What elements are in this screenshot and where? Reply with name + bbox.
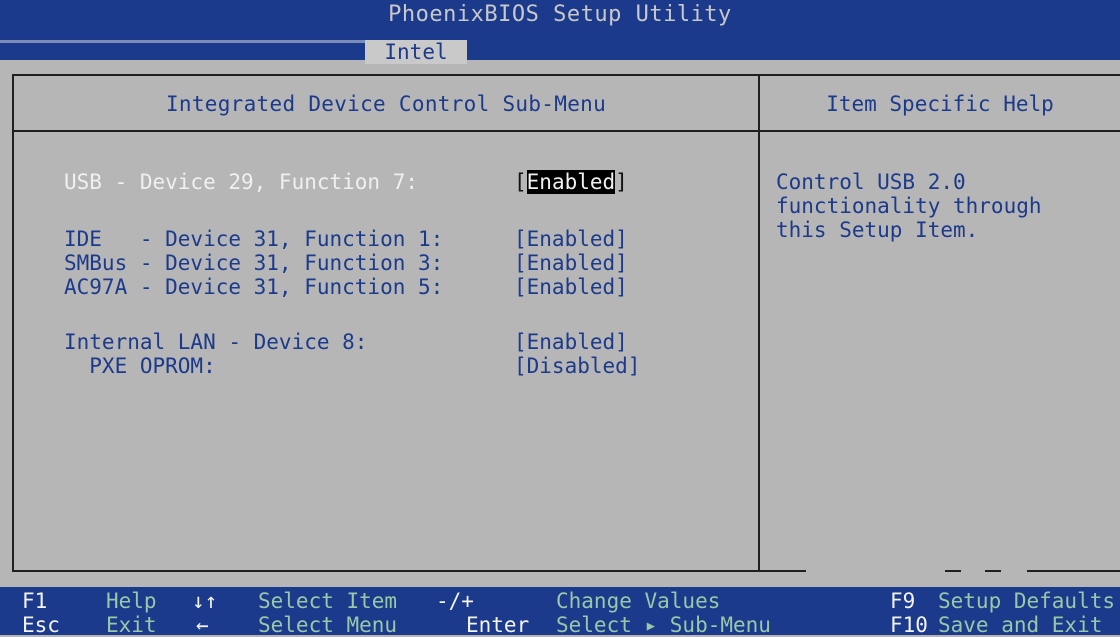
bracket-close: ] bbox=[615, 170, 628, 194]
bios-title: PhoenixBIOS Setup Utility bbox=[388, 2, 732, 27]
help-text: Control USB 2.0 functionality through th… bbox=[776, 170, 1042, 242]
menu-value-usb[interactable]: [Enabled] bbox=[514, 170, 628, 194]
menu-item-ide[interactable]: IDE - Device 31, Function 1: bbox=[64, 227, 443, 251]
menu-value-ac97a[interactable]: [Enabled] bbox=[514, 275, 628, 299]
key-f1: F1 bbox=[22, 589, 48, 613]
header-divider bbox=[12, 130, 1120, 132]
key-select-menu-desc: Select Menu bbox=[258, 613, 398, 637]
key-enter-desc: Select ▸ Sub-Menu bbox=[556, 613, 771, 637]
help-title: Item Specific Help bbox=[826, 92, 1054, 116]
panel-divider bbox=[758, 74, 760, 572]
selected-value[interactable]: Enabled bbox=[526, 170, 616, 194]
bottom-border-dash bbox=[1027, 570, 1120, 572]
menu-item-smbus[interactable]: SMBus - Device 31, Function 3: bbox=[64, 251, 443, 275]
updown-arrows-icon: ↓↑ bbox=[192, 589, 218, 613]
menu-value-pxe-oprom[interactable]: [Disabled] bbox=[514, 354, 640, 378]
main-frame bbox=[12, 74, 1120, 572]
submenu-title: Integrated Device Control Sub-Menu bbox=[165, 92, 607, 116]
key-f9: F9 bbox=[890, 589, 916, 613]
menu-item-pxe-oprom[interactable]: PXE OPROM: bbox=[64, 354, 215, 378]
key-f9-desc: Setup Defaults bbox=[938, 589, 1116, 613]
menu-item-ac97a[interactable]: AC97A - Device 31, Function 5: bbox=[64, 275, 443, 299]
key-f1-desc: Help bbox=[106, 589, 157, 613]
bottom-border bbox=[12, 570, 806, 572]
key-legend-bar: F1 Help ↓↑ Select Item -/+ Change Values… bbox=[0, 587, 1120, 637]
key-change-values-desc: Change Values bbox=[556, 589, 721, 613]
bottom-border-dash bbox=[945, 570, 961, 572]
key-enter: Enter bbox=[466, 613, 530, 637]
tab-bar-line bbox=[0, 40, 365, 43]
key-esc-desc: Exit bbox=[106, 613, 157, 637]
tab-intel[interactable]: Intel bbox=[365, 40, 467, 64]
menu-value-internal-lan[interactable]: [Enabled] bbox=[514, 330, 628, 354]
left-arrow-icon: ← bbox=[196, 613, 209, 637]
menu-item-usb[interactable]: USB - Device 29, Function 7: bbox=[64, 170, 418, 194]
key-plus-minus: -/+ bbox=[436, 589, 474, 613]
key-f10: F10 bbox=[890, 613, 928, 637]
bottom-border-dash bbox=[985, 570, 1001, 572]
menu-item-internal-lan[interactable]: Internal LAN - Device 8: bbox=[64, 330, 367, 354]
bracket-open: [ bbox=[514, 170, 527, 194]
menu-value-ide[interactable]: [Enabled] bbox=[514, 227, 628, 251]
key-esc: Esc bbox=[22, 613, 60, 637]
key-select-item-desc: Select Item bbox=[258, 589, 398, 613]
key-f10-desc: Save and Exit bbox=[938, 613, 1103, 637]
menu-value-smbus[interactable]: [Enabled] bbox=[514, 251, 628, 275]
